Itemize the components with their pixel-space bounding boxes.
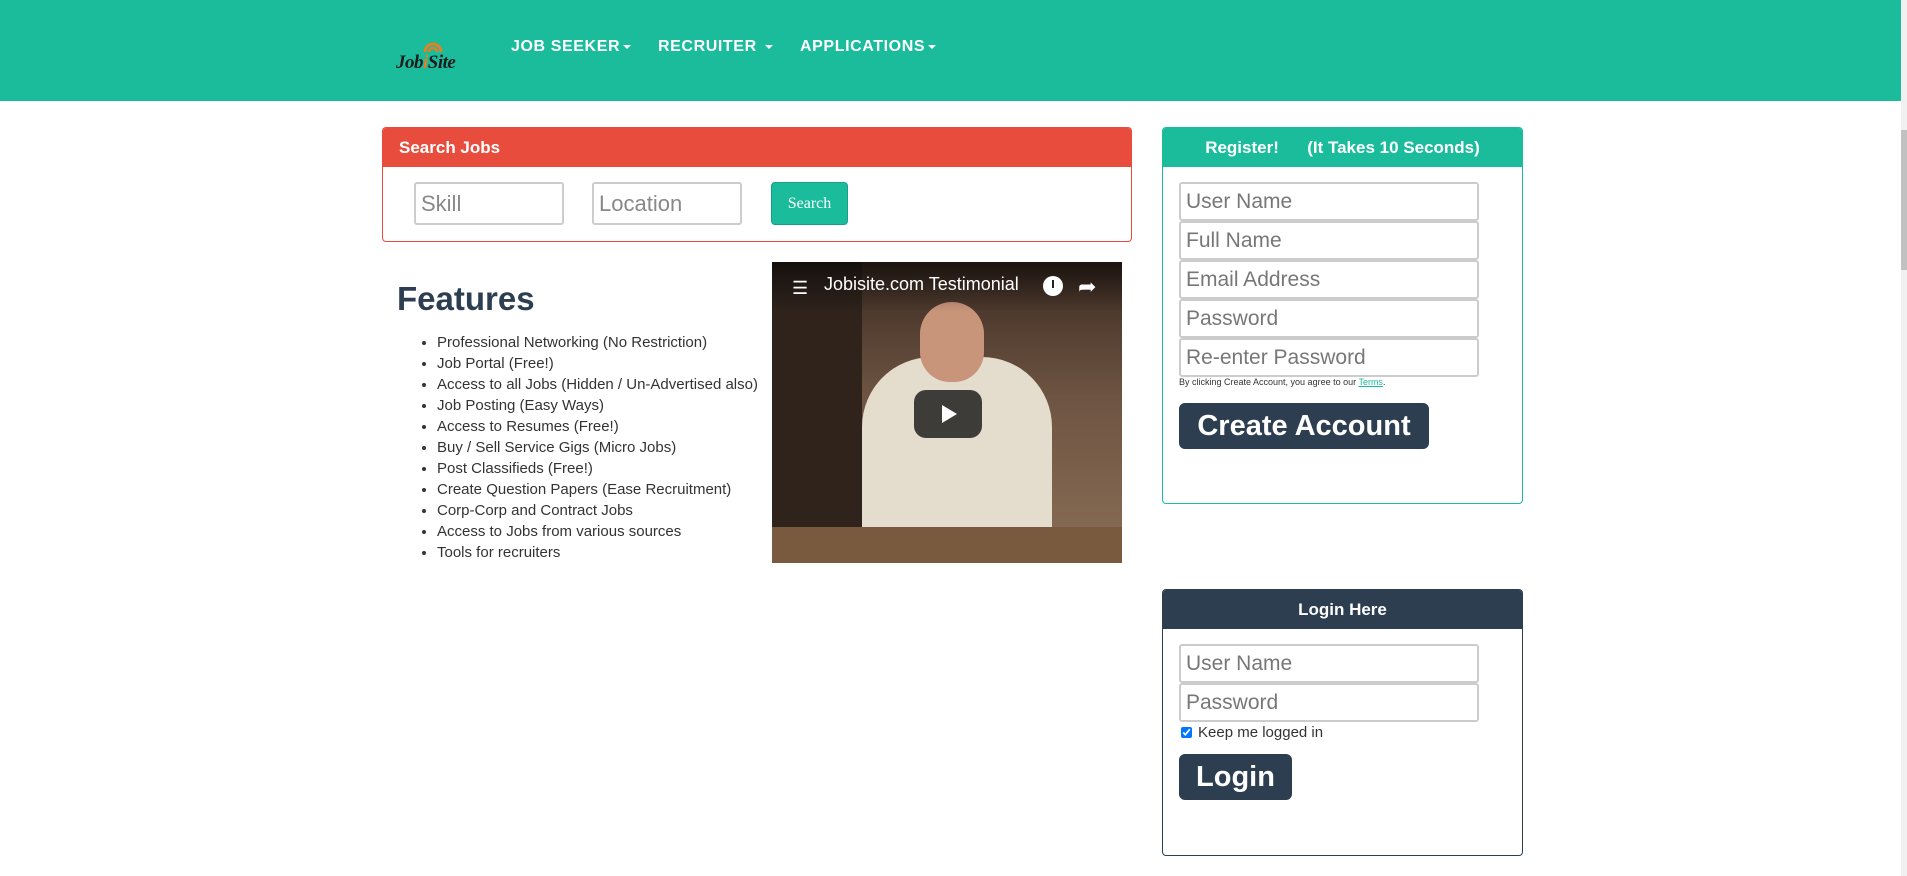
video-title[interactable]: Jobisite.com Testimonial: [824, 274, 1019, 295]
terms-link[interactable]: Terms: [1358, 377, 1383, 387]
list-item: Tools for recruiters: [437, 542, 777, 563]
caret-down-icon: [623, 44, 632, 49]
nav-job-seeker[interactable]: JOB SEEKER: [511, 38, 632, 56]
share-icon[interactable]: ➦: [1078, 274, 1096, 300]
search-jobs-panel: Search Jobs Search: [382, 127, 1132, 242]
skill-input[interactable]: [414, 182, 564, 225]
login-title: Login Here: [1163, 590, 1522, 629]
nav-recruiter[interactable]: RECRUITER: [658, 38, 773, 56]
register-repassword-input[interactable]: [1179, 338, 1479, 377]
keep-logged-in-checkbox[interactable]: [1181, 727, 1192, 738]
register-fullname-input[interactable]: [1179, 221, 1479, 260]
playlist-icon[interactable]: ☰: [792, 278, 808, 299]
list-item: Professional Networking (No Restriction): [437, 332, 777, 353]
list-item: Post Classifieds (Free!): [437, 458, 777, 479]
navbar: JobiSite JOB SEEKER RECRUITER APPLICATIO…: [0, 0, 1907, 101]
login-panel: Login Here Keep me logged in Login: [1162, 589, 1523, 856]
watch-later-icon[interactable]: [1043, 276, 1063, 296]
list-item: Job Portal (Free!): [437, 353, 777, 374]
caret-down-icon: [928, 44, 937, 49]
play-icon[interactable]: [914, 390, 982, 438]
register-panel: Register! (It Takes 10 Seconds) By click…: [1162, 127, 1523, 504]
register-password-input[interactable]: [1179, 299, 1479, 338]
list-item: Create Question Papers (Ease Recruitment…: [437, 479, 777, 500]
list-item: Access to Resumes (Free!): [437, 416, 777, 437]
login-username-input[interactable]: [1179, 644, 1479, 683]
login-password-input[interactable]: [1179, 683, 1479, 722]
register-username-input[interactable]: [1179, 182, 1479, 221]
terms-notice: By clicking Create Account, you agree to…: [1179, 377, 1386, 387]
search-jobs-title: Search Jobs: [383, 128, 1131, 167]
keep-logged-in[interactable]: Keep me logged in: [1181, 724, 1323, 741]
list-item: Job Posting (Easy Ways): [437, 395, 777, 416]
register-email-input[interactable]: [1179, 260, 1479, 299]
video-person-head: [920, 302, 984, 382]
search-button[interactable]: Search: [771, 182, 848, 225]
list-item: Access to all Jobs (Hidden / Un-Advertis…: [437, 374, 777, 395]
register-title: Register! (It Takes 10 Seconds): [1163, 128, 1522, 167]
scrollbar-thumb[interactable]: [1901, 130, 1907, 270]
logo-text: JobiSite: [396, 52, 456, 73]
keep-logged-in-label: Keep me logged in: [1198, 724, 1324, 741]
nav-applications[interactable]: APPLICATIONS: [800, 38, 937, 56]
features-list: Professional Networking (No Restriction)…: [397, 332, 777, 563]
caret-down-icon: [764, 44, 773, 49]
login-button[interactable]: Login: [1179, 754, 1292, 800]
features-heading: Features: [397, 280, 535, 317]
location-input[interactable]: [592, 182, 742, 225]
list-item: Buy / Sell Service Gigs (Micro Jobs): [437, 437, 777, 458]
jobisite-logo[interactable]: JobiSite: [396, 38, 468, 74]
list-item: Corp-Corp and Contract Jobs: [437, 500, 777, 521]
testimonial-video[interactable]: ☰ Jobisite.com Testimonial ➦: [772, 262, 1122, 563]
page-scrollbar[interactable]: [1901, 0, 1907, 876]
create-account-button[interactable]: Create Account: [1179, 403, 1429, 449]
list-item: Access to Jobs from various sources: [437, 521, 777, 542]
video-table: [772, 527, 1122, 563]
